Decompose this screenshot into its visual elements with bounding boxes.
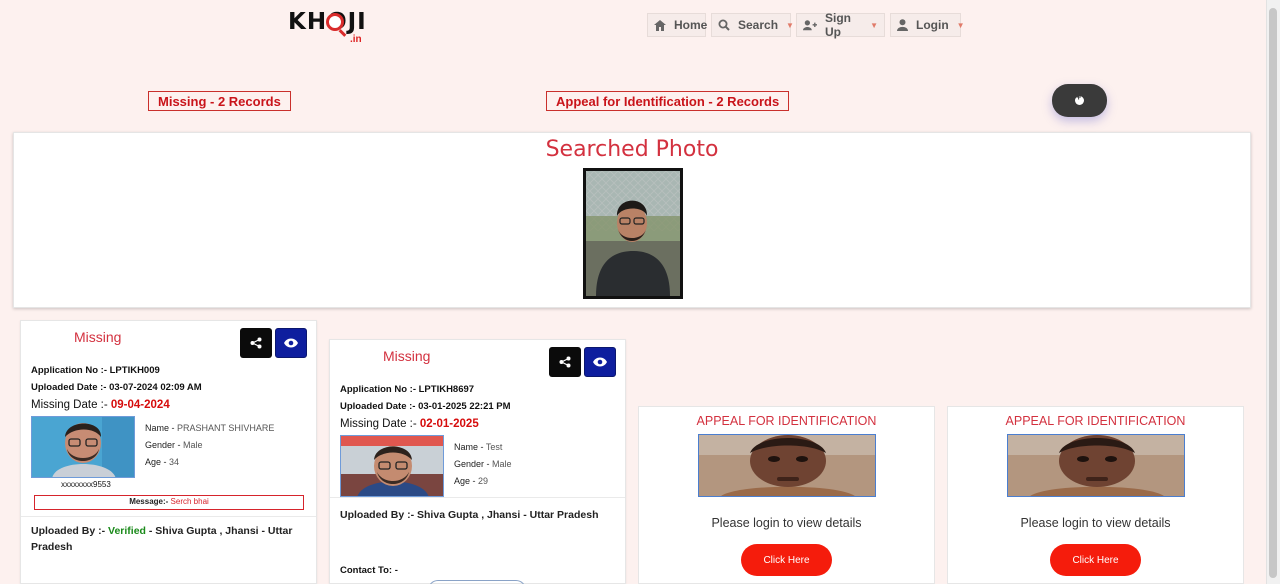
missing-card: Missing Application No :- LPTIKH8697 Upl…	[329, 339, 626, 584]
name-label: Name	[454, 442, 479, 452]
scrollbar-thumb[interactable]	[1269, 8, 1277, 578]
eye-icon	[593, 357, 607, 367]
message-text: Serch bhai	[170, 497, 209, 506]
chevron-down-icon: ▼	[786, 20, 794, 30]
scrollbar[interactable]	[1266, 0, 1280, 584]
plus-icon	[1075, 92, 1084, 105]
missing-date-value: 09-04-2024	[110, 399, 170, 411]
appeal-records-button[interactable]: Appeal for Identification - 2 Records	[546, 91, 790, 111]
status-label: Missing	[383, 348, 431, 364]
magnifier-logo-icon	[326, 13, 344, 31]
share-icon	[250, 337, 262, 349]
age-label: Age	[145, 457, 162, 467]
uploaded-by-label: Uploaded By :-	[31, 525, 106, 537]
message-label: Message:-	[129, 497, 169, 506]
phone-number: xxxxxxxx9553	[61, 480, 111, 489]
gender-label: Gender	[145, 440, 176, 450]
nav-login[interactable]: Login ▼	[890, 13, 965, 37]
application-no: Application No :- LPTIKH009	[31, 365, 160, 376]
nav-login-label: Login	[916, 18, 949, 32]
missing-person-photo[interactable]	[31, 416, 135, 478]
khoji-logo[interactable]: KHOJI .in	[288, 9, 368, 45]
view-button[interactable]	[584, 347, 616, 377]
chevron-down-icon: ▼	[870, 20, 878, 30]
missing-records-button[interactable]: Missing - 2 Records	[148, 91, 291, 111]
contact-to: Contact To: -	[340, 565, 398, 576]
missing-card: Missing Application No :- LPTIKH009 Uplo…	[20, 320, 317, 584]
chevron-down-icon: ▼	[956, 20, 965, 30]
appeal-title: APPEAL FOR IDENTIFICATION	[1005, 414, 1186, 428]
searched-photo-panel: Searched Photo	[13, 132, 1251, 308]
add-fab-button[interactable]	[1052, 84, 1107, 117]
missing-date: Missing Date :- 02-01-2025	[340, 418, 479, 430]
gender-value: Male	[492, 459, 512, 469]
login-prompt: Please login to view details	[1020, 516, 1171, 530]
person-info: Name - PRASHANT SHIVHARE Gender - Male A…	[145, 423, 275, 467]
uploaded-date: Uploaded Date :- 03-07-2024 02:09 AM	[31, 382, 202, 393]
nav-signup[interactable]: Sign Up ▼	[796, 11, 885, 39]
share-button[interactable]	[240, 328, 272, 358]
eye-icon	[284, 338, 298, 348]
appeal-card: APPEAL FOR IDENTIFICATION Please login t…	[947, 406, 1244, 584]
missing-date: Missing Date :- 09-04-2024	[31, 399, 170, 411]
age-value: 34	[169, 457, 180, 467]
user-plus-icon	[803, 18, 817, 32]
view-button[interactable]	[275, 328, 307, 358]
share-button[interactable]	[549, 347, 581, 377]
contact-button[interactable]	[428, 580, 526, 584]
searched-photo	[583, 168, 683, 299]
nav-signup-label: Sign Up	[825, 11, 851, 39]
message-box: Message:- Serch bhai	[34, 495, 304, 510]
appeal-photo	[1007, 434, 1185, 497]
nav-home-label: Home	[674, 18, 708, 32]
uploaded-date: Uploaded Date :- 03-01-2025 22:21 PM	[340, 401, 511, 412]
nav-search-label: Search	[738, 18, 779, 32]
searched-photo-title: Searched Photo	[545, 137, 719, 162]
verified-badge: Verified	[108, 525, 146, 537]
missing-person-photo[interactable]	[340, 435, 444, 497]
missing-date-value: 02-01-2025	[419, 418, 479, 430]
home-icon	[654, 18, 666, 32]
missing-date-label: Missing Date :-	[340, 418, 420, 430]
nav-search[interactable]: Search ▼	[711, 13, 794, 37]
missing-date-label: Missing Date :-	[31, 399, 111, 411]
appeal-card: APPEAL FOR IDENTIFICATION Please login t…	[638, 406, 935, 584]
divider	[330, 497, 625, 498]
name-value: PRASHANT SHIVHARE	[177, 423, 275, 433]
share-icon	[559, 356, 571, 368]
login-prompt: Please login to view details	[711, 516, 862, 530]
top-navbar: KHOJI .in Home Search ▼ Sign Up ▼ Login …	[0, 0, 1266, 56]
appeal-title: APPEAL FOR IDENTIFICATION	[696, 414, 877, 428]
age-value: 29	[478, 476, 489, 486]
divider	[21, 516, 316, 517]
uploaded-by-label: Uploaded By :-	[340, 509, 415, 521]
user-icon	[897, 18, 908, 32]
search-icon	[718, 18, 730, 32]
appeal-photo	[698, 434, 876, 497]
logo-tld: .in	[350, 34, 362, 45]
person-info: Name - Test Gender - Male Age - 29	[454, 442, 512, 486]
uploaded-by: Uploaded By :- Shiva Gupta , Jhansi - Ut…	[340, 507, 615, 523]
click-here-button[interactable]: Click Here	[1050, 544, 1141, 576]
gender-label: Gender	[454, 459, 485, 469]
application-no: Application No :- LPTIKH8697	[340, 384, 475, 395]
click-here-button[interactable]: Click Here	[741, 544, 832, 576]
status-label: Missing	[74, 329, 122, 345]
age-label: Age	[454, 476, 471, 486]
uploaded-by-value: Shiva Gupta , Jhansi - Uttar Pradesh	[417, 509, 599, 521]
name-value: Test	[485, 442, 503, 452]
name-label: Name	[145, 423, 170, 433]
gender-value: Male	[183, 440, 203, 450]
uploaded-by: Uploaded By :- Verified - Shiva Gupta , …	[31, 525, 293, 553]
nav-home[interactable]: Home	[647, 13, 708, 37]
